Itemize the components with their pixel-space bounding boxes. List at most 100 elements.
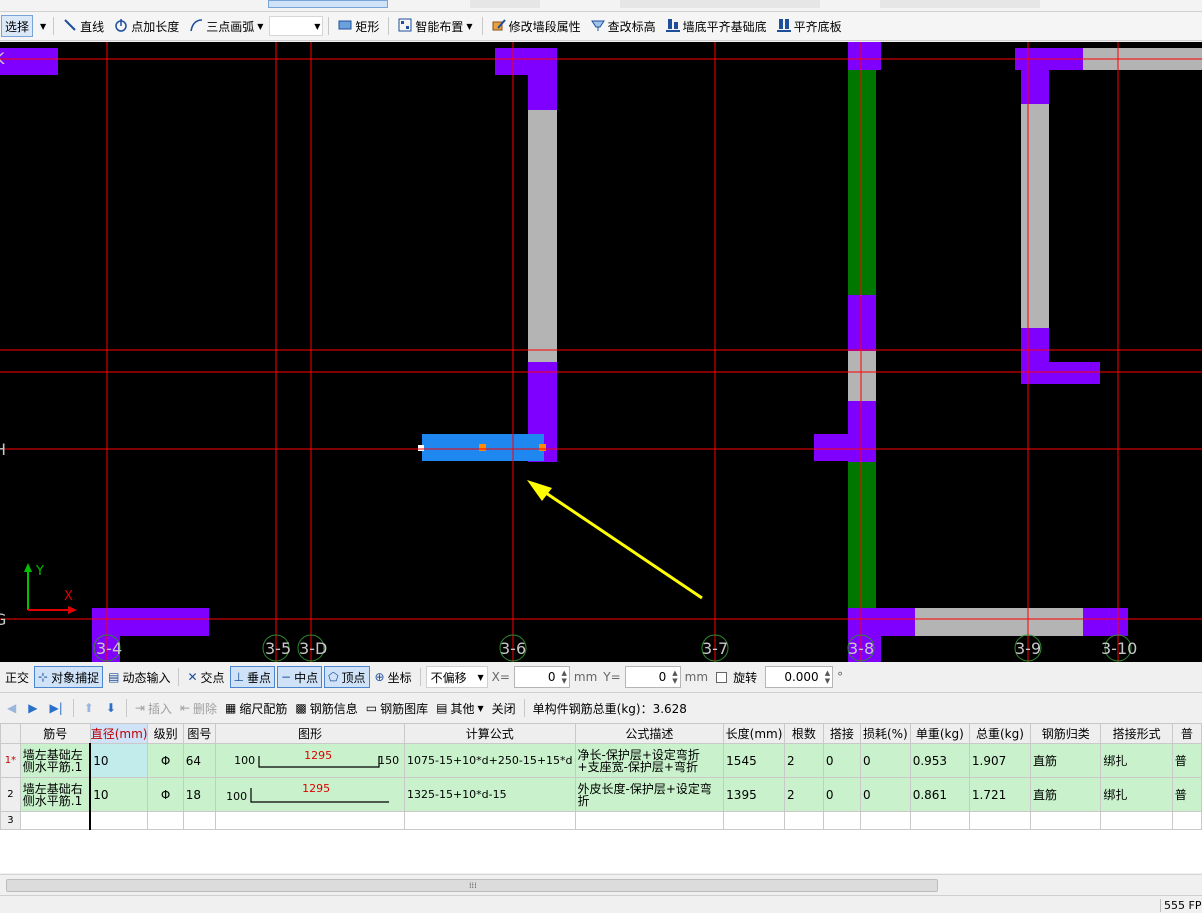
check-elevation-button[interactable]: 查改标高: [587, 15, 660, 37]
header-cell[interactable]: 损耗(%): [859, 723, 911, 744]
header-cell[interactable]: 图号: [182, 723, 217, 744]
midpoint-snap[interactable]: − 中点: [277, 666, 323, 688]
category-cell[interactable]: 直筋: [1030, 743, 1102, 778]
empty-cell[interactable]: [147, 811, 184, 830]
y-input[interactable]: 0 ▲ ▼: [624, 666, 681, 688]
extra-cell[interactable]: 普: [1171, 743, 1202, 778]
select-dropdown[interactable]: ▼: [35, 15, 48, 37]
header-cell[interactable]: 筋号: [19, 723, 91, 744]
empty-cell[interactable]: [859, 811, 911, 830]
table-row[interactable]: 2 墙左基础右侧水平筋.1 10 Φ 18 100 1295 1325-15+1…: [0, 777, 1202, 812]
empty-cell[interactable]: [1100, 811, 1173, 830]
grip-handle[interactable]: [418, 445, 424, 451]
empty-cell[interactable]: [822, 811, 861, 830]
coordinate-snap[interactable]: ⊕ 坐标: [372, 666, 415, 688]
rebar-info-button[interactable]: ▩ 钢筋信息: [292, 697, 360, 719]
diameter-cell[interactable]: 10: [89, 743, 149, 778]
intersection-snap[interactable]: ✕ 交点: [184, 666, 227, 688]
wall-segment[interactable]: [848, 462, 876, 608]
lap-type-cell[interactable]: 绑扎: [1100, 743, 1173, 778]
selected-wall[interactable]: [418, 434, 546, 461]
empty-cell[interactable]: [1030, 811, 1102, 830]
table-row[interactable]: 1* 墙左基础左侧水平筋.1 10 Φ 64 100 1295 150 1075…: [0, 743, 1202, 778]
edit-wall-segment-button[interactable]: 修改墙段属性: [488, 15, 585, 37]
empty-cell[interactable]: [182, 811, 217, 830]
rotate-input[interactable]: 0.000 ▲ ▼: [765, 666, 834, 688]
scale-rebar-button[interactable]: ▦ 缩尺配筋: [222, 697, 290, 719]
formula-desc-cell[interactable]: 外皮长度-保护层+设定弯折: [574, 777, 725, 812]
smart-layout-button[interactable]: 智能布置 ▼: [394, 15, 476, 37]
shape-cell[interactable]: 100 1295 150: [215, 743, 405, 778]
arc-button[interactable]: 三点画弧 ▼: [185, 15, 267, 37]
insert-button[interactable]: ⇥ 插入: [132, 697, 175, 719]
grip-handle[interactable]: [479, 444, 486, 451]
wall-segment[interactable]: [1083, 608, 1128, 636]
table-row-empty[interactable]: 3: [0, 811, 1202, 830]
count-cell[interactable]: 2: [783, 743, 824, 778]
row-label[interactable]: 1*: [0, 743, 21, 778]
close-button[interactable]: 关闭: [489, 697, 519, 719]
arc-mode-combo[interactable]: ▼: [269, 16, 324, 36]
unit-weight-cell[interactable]: 0.953: [909, 743, 970, 778]
grade-cell[interactable]: Φ: [147, 743, 184, 778]
header-cell[interactable]: 搭接形式: [1100, 723, 1173, 744]
row-label[interactable]: 3: [0, 811, 21, 830]
empty-cell[interactable]: [723, 811, 785, 830]
empty-cell[interactable]: [909, 811, 970, 830]
vertex-snap[interactable]: ⬠ 顶点: [324, 666, 370, 688]
wall-segment[interactable]: [848, 295, 876, 351]
empty-cell[interactable]: [19, 811, 92, 830]
spin-arrows-icon[interactable]: ▲ ▼: [825, 669, 830, 685]
length-cell[interactable]: 1395: [723, 777, 785, 812]
header-cell[interactable]: 图形: [215, 723, 405, 744]
lap-cell[interactable]: 0: [822, 777, 861, 812]
wall-segment[interactable]: [848, 608, 915, 636]
line-button[interactable]: 直线: [59, 15, 108, 37]
wall-segment[interactable]: [92, 608, 209, 636]
horizontal-scrollbar[interactable]: ⁞⁞⁞: [0, 874, 1202, 895]
select-button[interactable]: 选择: [1, 15, 34, 37]
length-cell[interactable]: 1545: [723, 743, 785, 778]
spin-arrows-icon[interactable]: ▲ ▼: [672, 669, 677, 685]
wall-segment[interactable]: [528, 48, 557, 110]
rebar-library-button[interactable]: ▭ 钢筋图库: [363, 697, 431, 719]
first-record-icon[interactable]: ◀: [2, 701, 21, 715]
header-cell[interactable]: 计算公式: [404, 723, 576, 744]
header-cell[interactable]: 单重(kg): [909, 723, 970, 744]
unit-weight-cell[interactable]: 0.861: [909, 777, 970, 812]
rebar-name-cell[interactable]: 墙左基础左侧水平筋.1: [19, 743, 92, 778]
header-cell[interactable]: 直径(mm): [89, 723, 149, 744]
row-label[interactable]: 2: [0, 777, 21, 812]
cad-canvas[interactable]: 3-4 3-5 3-D 3-6 3-7 3-8 3-9 3-10 K H G Y…: [0, 42, 1202, 662]
next-record-icon[interactable]: ▶: [23, 701, 42, 715]
formula-cell[interactable]: 1075-15+10*d+250-15+15*d: [404, 743, 576, 778]
object-snap-toggle[interactable]: ⊹ 对象捕捉: [34, 666, 104, 688]
loss-cell[interactable]: 0: [859, 777, 911, 812]
wall-segment[interactable]: [1021, 70, 1049, 104]
wall-segment[interactable]: [0, 48, 58, 75]
header-cell[interactable]: 根数: [783, 723, 824, 744]
formula-desc-cell[interactable]: 净长-保护层+设定弯折+支座宽-保护层+弯折: [574, 743, 725, 778]
grip-handle[interactable]: [539, 444, 546, 451]
fig-no-cell[interactable]: 64: [182, 743, 217, 778]
wall-segment[interactable]: [915, 608, 1083, 636]
count-cell[interactable]: 2: [783, 777, 824, 812]
x-input[interactable]: 0 ▲ ▼: [513, 666, 570, 688]
header-cell[interactable]: 钢筋归类: [1030, 723, 1102, 744]
header-cell[interactable]: 普: [1171, 723, 1202, 744]
empty-cell[interactable]: [215, 811, 405, 830]
header-cell[interactable]: 公式描述: [574, 723, 725, 744]
cad-drawing[interactable]: 3-4 3-5 3-D 3-6 3-7 3-8 3-9 3-10 K H G Y…: [0, 42, 1202, 662]
wall-segment[interactable]: [848, 351, 876, 401]
header-cell[interactable]: 搭接: [822, 723, 861, 744]
grade-cell[interactable]: Φ: [147, 777, 184, 812]
header-cell[interactable]: 级别: [147, 723, 184, 744]
total-weight-cell[interactable]: 1.721: [968, 777, 1032, 812]
other-button[interactable]: ▤ 其他 ▼: [433, 697, 487, 719]
perpendicular-snap[interactable]: ⊥ 垂点: [229, 666, 275, 688]
header-cell[interactable]: 长度(mm): [723, 723, 785, 744]
empty-cell[interactable]: [1171, 811, 1202, 830]
move-down-icon[interactable]: ⬇: [101, 701, 121, 715]
wall-segment[interactable]: [848, 70, 876, 295]
category-cell[interactable]: 直筋: [1030, 777, 1102, 812]
